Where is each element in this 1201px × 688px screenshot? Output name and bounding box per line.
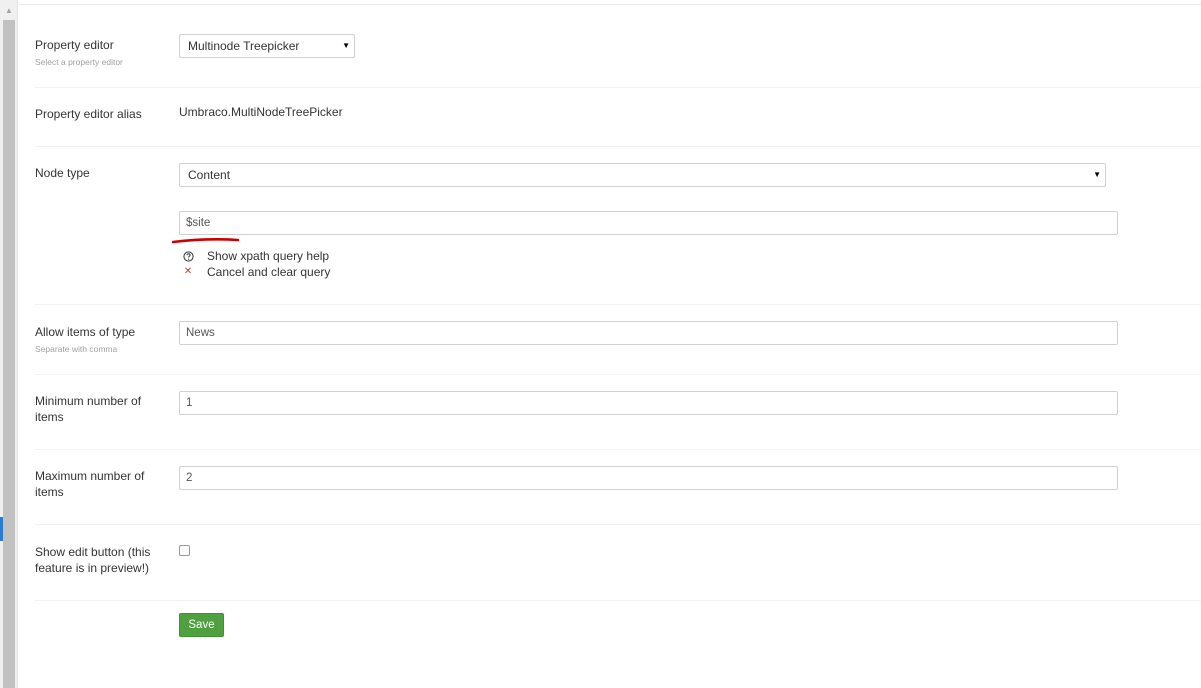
- allow-items-label: Allow items of type: [35, 325, 136, 339]
- caret-down-icon: ▼: [1093, 170, 1101, 179]
- cancel-clear-query-text: Cancel and clear query: [207, 265, 331, 279]
- show-edit-checkbox[interactable]: [179, 545, 190, 556]
- property-editor-selected: Multinode Treepicker: [188, 39, 300, 53]
- row-divider: [35, 449, 1201, 450]
- row-divider: [35, 304, 1201, 305]
- node-type-label: Node type: [35, 166, 90, 180]
- show-edit-label: Show edit button (this feature is in pre…: [35, 545, 151, 575]
- max-items-input[interactable]: 2: [179, 466, 1118, 490]
- allow-items-input[interactable]: News: [179, 321, 1118, 345]
- caret-down-icon: ▼: [342, 41, 350, 50]
- scroll-thumb[interactable]: [3, 20, 15, 688]
- min-items-label: Minimum number of items: [35, 394, 142, 424]
- scroll-up-arrow-icon[interactable]: ▲: [0, 0, 18, 18]
- save-button[interactable]: Save: [179, 613, 224, 637]
- row-divider: [35, 600, 1201, 601]
- property-editor-description: Select a property editor: [35, 57, 123, 67]
- top-divider: [19, 4, 1201, 5]
- vertical-scrollbar[interactable]: ▲: [0, 0, 18, 688]
- close-icon: ✕: [183, 266, 193, 277]
- alias-label: Property editor alias: [35, 107, 142, 121]
- max-items-label: Maximum number of items: [35, 469, 145, 499]
- node-type-selected: Content: [188, 168, 231, 182]
- red-underline-annotation: [172, 238, 240, 244]
- active-marker: [0, 517, 3, 541]
- show-xpath-help-text: Show xpath query help: [207, 249, 330, 263]
- property-editor-label: Property editor: [35, 38, 114, 52]
- min-items-input[interactable]: 1: [179, 391, 1118, 415]
- node-type-select[interactable]: Content ▼: [179, 163, 1106, 187]
- xpath-query-input[interactable]: $site: [179, 211, 1118, 235]
- row-divider: [35, 146, 1201, 147]
- row-divider: [35, 524, 1201, 525]
- alias-value: Umbraco.MultiNodeTreePicker: [179, 105, 343, 119]
- row-divider: [35, 87, 1201, 88]
- allow-items-description: Separate with comma: [35, 344, 118, 354]
- property-editor-select[interactable]: Multinode Treepicker ▼: [179, 34, 355, 58]
- row-divider: [35, 374, 1201, 375]
